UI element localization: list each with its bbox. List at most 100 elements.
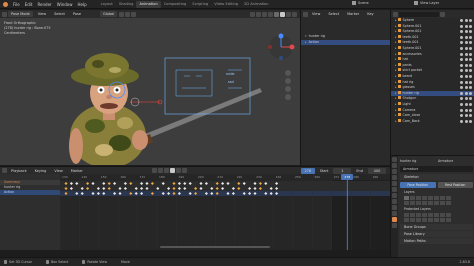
- play-icon[interactable]: [169, 168, 175, 173]
- expand-icon[interactable]: ▸: [395, 74, 397, 78]
- camera-icon[interactable]: [464, 30, 468, 34]
- menu-select[interactable]: Select: [51, 11, 68, 17]
- camera-icon[interactable]: [464, 114, 468, 118]
- expand-icon[interactable]: ▸: [395, 91, 397, 95]
- render-icon[interactable]: [469, 102, 472, 106]
- camera-view-icon[interactable]: [285, 86, 291, 92]
- shading-solid-icon[interactable]: [280, 11, 285, 17]
- action-menu-view[interactable]: View: [309, 11, 323, 17]
- tab-constraints-icon[interactable]: [392, 211, 397, 216]
- section-motion-paths[interactable]: Motion Paths: [400, 238, 473, 244]
- tab-animation[interactable]: Animation: [136, 0, 161, 8]
- shading-rendered-icon[interactable]: [292, 11, 297, 17]
- render-icon[interactable]: [469, 80, 472, 84]
- render-icon[interactable]: [469, 74, 472, 78]
- action-menu-key[interactable]: Key: [364, 11, 376, 17]
- expand-icon[interactable]: ▸: [395, 80, 397, 84]
- timeline-scrollbar[interactable]: [160, 246, 270, 248]
- filter-icon[interactable]: [440, 11, 445, 17]
- render-icon[interactable]: [469, 52, 472, 56]
- menu-pose[interactable]: Pose: [70, 11, 84, 17]
- tab-2d-animation[interactable]: 2D Animation: [241, 1, 272, 8]
- editor-type-icon[interactable]: [2, 11, 7, 17]
- camera-icon[interactable]: [464, 91, 468, 95]
- render-icon[interactable]: [469, 91, 472, 95]
- jump-start-icon[interactable]: [151, 168, 157, 173]
- expand-icon[interactable]: ▸: [395, 85, 397, 89]
- eye-icon[interactable]: [460, 102, 463, 106]
- eye-icon[interactable]: [460, 69, 463, 73]
- render-icon[interactable]: [469, 97, 472, 101]
- expand-icon[interactable]: ▸: [395, 68, 397, 72]
- menu-edit[interactable]: Edit: [25, 2, 33, 7]
- channel-action[interactable]: Action: [0, 190, 60, 195]
- blender-logo-icon[interactable]: [3, 1, 8, 7]
- navigation-gizmo[interactable]: [266, 32, 296, 62]
- shading-material-icon[interactable]: [286, 11, 291, 17]
- timeline-menu-playback[interactable]: Playback: [8, 168, 30, 174]
- render-icon[interactable]: [469, 35, 472, 39]
- expand-icon[interactable]: ▸: [395, 113, 397, 117]
- render-icon[interactable]: [469, 58, 472, 62]
- outliner-item[interactable]: ▸ Cam_Back: [391, 118, 474, 125]
- expand-icon[interactable]: ▸: [395, 57, 397, 61]
- eye-icon[interactable]: [460, 91, 463, 95]
- camera-icon[interactable]: [464, 58, 468, 62]
- render-icon[interactable]: [469, 30, 472, 34]
- expand-icon[interactable]: ▸: [395, 119, 397, 123]
- scene-name[interactable]: Scene: [358, 1, 398, 5]
- render-icon[interactable]: [469, 46, 472, 50]
- camera-icon[interactable]: [464, 24, 468, 28]
- mode-dropdown[interactable]: Pose Mode: [8, 11, 33, 17]
- eye-icon[interactable]: [460, 19, 463, 22]
- eye-icon[interactable]: [460, 63, 463, 67]
- timeline-menu-view[interactable]: View: [51, 168, 65, 174]
- timeline-editor-icon[interactable]: [2, 168, 7, 173]
- play-reverse-icon[interactable]: [163, 168, 169, 173]
- eye-icon[interactable]: [460, 52, 463, 56]
- tab-armature-data-icon[interactable]: [392, 217, 397, 222]
- camera-icon[interactable]: [464, 86, 468, 90]
- camera-icon[interactable]: [464, 74, 468, 78]
- tab-compositing[interactable]: Compositing: [161, 1, 190, 8]
- action-menu-marker[interactable]: Marker: [344, 11, 362, 17]
- camera-icon[interactable]: [464, 46, 468, 50]
- pivot-icon[interactable]: [119, 11, 125, 17]
- eye-icon[interactable]: [460, 114, 463, 118]
- tab-scene-icon[interactable]: [392, 181, 397, 186]
- eye-icon[interactable]: [460, 74, 463, 78]
- camera-icon[interactable]: [464, 63, 468, 67]
- tab-object-icon[interactable]: [392, 193, 397, 198]
- orientation-dropdown[interactable]: Global: [100, 11, 118, 17]
- expand-icon[interactable]: ▸: [395, 108, 397, 112]
- render-icon[interactable]: [469, 114, 472, 118]
- rest-position-button[interactable]: Rest Position: [437, 182, 473, 188]
- camera-icon[interactable]: [464, 80, 468, 84]
- camera-icon[interactable]: [464, 52, 468, 56]
- current-frame-field[interactable]: 278: [300, 167, 315, 174]
- outliner-search-input[interactable]: [399, 11, 439, 17]
- action-menu-select[interactable]: Select: [325, 11, 342, 17]
- datablock-selector[interactable]: Armature: [400, 166, 473, 172]
- section-bone-groups[interactable]: Bone Groups: [400, 224, 473, 230]
- overlay-toggle-icon[interactable]: [262, 11, 267, 17]
- eye-icon[interactable]: [460, 86, 463, 90]
- keyframe-canvas[interactable]: [60, 180, 390, 250]
- timeline-keyframes[interactable]: [60, 180, 390, 250]
- tab-world-icon[interactable]: [392, 187, 397, 192]
- expand-icon[interactable]: ▸: [395, 96, 397, 100]
- eye-icon[interactable]: [460, 35, 463, 39]
- start-frame-field[interactable]: 1: [333, 167, 352, 174]
- section-pose-library[interactable]: Pose Library: [400, 231, 473, 237]
- pan-hand-icon[interactable]: [285, 78, 291, 84]
- render-icon[interactable]: [469, 108, 472, 112]
- tab-physics-icon[interactable]: [392, 205, 397, 210]
- expand-icon[interactable]: ▸: [395, 63, 397, 67]
- expand-icon[interactable]: ▸: [305, 40, 307, 44]
- expand-icon[interactable]: ▸: [395, 46, 397, 50]
- eye-icon[interactable]: [460, 30, 463, 34]
- shading-wire-icon[interactable]: [274, 11, 279, 17]
- expand-icon[interactable]: ▸: [395, 35, 397, 39]
- menu-view[interactable]: View: [35, 11, 49, 17]
- action-pane[interactable]: View Select Marker Key ▾ hunter rig ▸ Ac…: [300, 10, 390, 165]
